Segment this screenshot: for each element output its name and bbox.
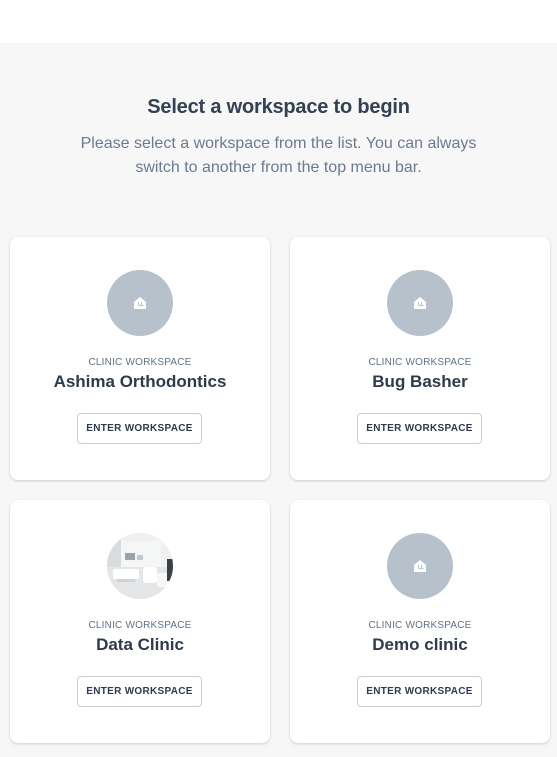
workspace-card: CLINIC WORKSPACE Demo clinic ENTER WORKS… <box>290 500 550 743</box>
workspace-type-label: CLINIC WORKSPACE <box>368 620 472 631</box>
workspace-avatar <box>387 533 453 599</box>
page-subtitle: Please select a workspace from the list.… <box>80 135 477 176</box>
workspace-avatar <box>387 270 453 336</box>
workspace-name: Ashima Orthodontics <box>53 372 227 391</box>
enter-workspace-button[interactable]: ENTER WORKSPACE <box>357 413 482 444</box>
workspace-type-label: CLINIC WORKSPACE <box>368 357 472 368</box>
workspace-card: CLINIC WORKSPACE Ashima Orthodontics ENT… <box>10 237 270 480</box>
enter-workspace-button[interactable]: ENTER WORKSPACE <box>357 676 482 707</box>
clinic-photo <box>107 533 173 599</box>
clinic-icon <box>414 560 426 572</box>
workspace-card: CLINIC WORKSPACE Data Clinic ENTER WORKS… <box>10 500 270 743</box>
workspace-type-label: CLINIC WORKSPACE <box>88 620 192 631</box>
page-title: Select a workspace to begin <box>147 96 410 118</box>
workspace-name: Bug Basher <box>372 372 468 391</box>
workspace-name: Data Clinic <box>96 635 184 654</box>
top-menu-bar <box>0 0 557 43</box>
clinic-icon <box>134 297 146 309</box>
workspace-card: CLINIC WORKSPACE Bug Basher ENTER WORKSP… <box>290 237 550 480</box>
workspace-name: Demo clinic <box>372 635 468 654</box>
workspace-type-label: CLINIC WORKSPACE <box>88 357 192 368</box>
enter-workspace-button[interactable]: ENTER WORKSPACE <box>77 676 202 707</box>
workspace-avatar <box>107 533 173 599</box>
workspace-avatar <box>107 270 173 336</box>
enter-workspace-button[interactable]: ENTER WORKSPACE <box>77 413 202 444</box>
clinic-icon <box>414 297 426 309</box>
